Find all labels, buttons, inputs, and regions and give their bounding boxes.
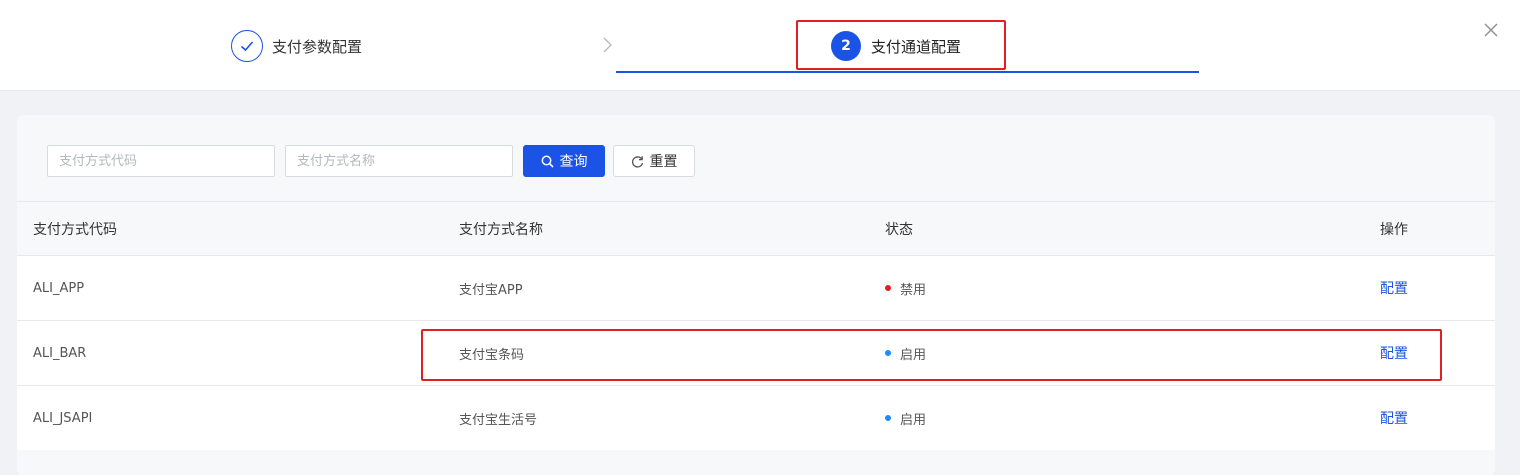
configure-link[interactable]: 配置 — [1380, 256, 1408, 320]
payment-code: ALI_APP — [33, 280, 85, 296]
configure-link[interactable]: 配置 — [1380, 386, 1408, 450]
row-highlight-box — [421, 329, 1442, 381]
status: 禁用 — [885, 256, 926, 320]
header-status: 状态 — [885, 221, 913, 238]
configure-link-label[interactable]: 配置 — [1380, 278, 1408, 298]
status: 启用 — [885, 386, 926, 450]
configure-link-label[interactable]: 配置 — [1380, 408, 1408, 428]
payment-code: ALI_BAR — [33, 345, 87, 361]
step-highlight-box — [796, 20, 1006, 70]
payment-code-input[interactable] — [47, 145, 275, 177]
active-step-underline — [616, 71, 1199, 73]
table-row: ALI_APP 支付宝APP 禁用 配置 — [17, 255, 1495, 320]
reset-button-label: 重置 — [649, 154, 678, 170]
table-header: 支付方式代码 支付方式名称 状态 操作 — [17, 201, 1495, 255]
status-dot — [885, 285, 891, 291]
check-icon — [231, 30, 263, 62]
chevron-right-icon — [603, 37, 612, 53]
status-label: 启用 — [900, 412, 927, 428]
payment-code: ALI_JSAPI — [33, 410, 93, 426]
steps-header: 支付参数配置 2 支付通道配置 — [0, 0, 1520, 91]
close-icon[interactable] — [1483, 22, 1499, 38]
search-icon — [541, 155, 554, 168]
channel-config-panel: 查询 重置 支付方式代码 支付方式名称 状态 操作 ALI_APP 支付宝APP… — [17, 115, 1495, 475]
status-dot — [885, 415, 891, 421]
refresh-icon — [631, 155, 643, 168]
step-1[interactable]: 支付参数配置 — [231, 30, 362, 62]
payment-name-input[interactable] — [285, 145, 513, 177]
header-action: 操作 — [1380, 221, 1408, 238]
reset-button[interactable]: 重置 — [613, 145, 695, 177]
search-button-label: 查询 — [559, 154, 588, 170]
table-row: ALI_JSAPI 支付宝生活号 启用 配置 — [17, 385, 1495, 450]
payment-name: 支付宝APP — [459, 282, 523, 298]
search-button[interactable]: 查询 — [523, 145, 605, 177]
payment-name: 支付宝生活号 — [459, 412, 538, 428]
header-name: 支付方式名称 — [459, 221, 543, 238]
header-code: 支付方式代码 — [33, 221, 117, 238]
status-label: 禁用 — [900, 282, 927, 298]
payment-methods-table: 支付方式代码 支付方式名称 状态 操作 ALI_APP 支付宝APP 禁用 配置… — [17, 201, 1495, 450]
step-1-label: 支付参数配置 — [272, 37, 363, 56]
